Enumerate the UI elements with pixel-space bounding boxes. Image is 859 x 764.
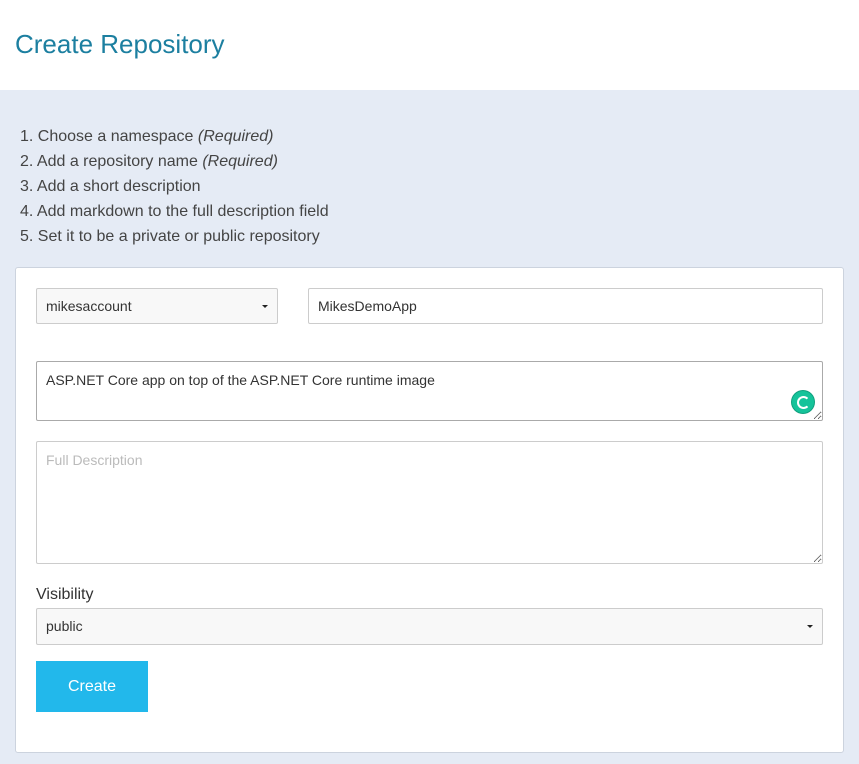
short-description-input[interactable]: ASP.NET Core app on top of the ASP.NET C… (36, 361, 823, 421)
create-repository-form: mikesaccount ASP.NET Core app on top of … (15, 267, 844, 753)
namespace-select[interactable]: mikesaccount (36, 288, 278, 324)
visibility-label: Visibility (36, 586, 94, 603)
page-header: Create Repository (0, 0, 859, 90)
instructions-list: 1. Choose a namespace (Required) 2. Add … (20, 124, 329, 249)
caret-down-icon (262, 305, 268, 308)
repository-name-input[interactable] (308, 288, 823, 324)
visibility-value: public (46, 618, 83, 634)
full-description-input[interactable] (36, 441, 823, 564)
instruction-step: 2. Add a repository name (Required) (20, 153, 278, 170)
page-title: Create Repository (15, 29, 225, 59)
instruction-step: 3. Add a short description (20, 178, 201, 195)
instruction-step: 5. Set it to be a private or public repo… (20, 228, 320, 245)
short-description-wrapper: ASP.NET Core app on top of the ASP.NET C… (36, 361, 823, 421)
visibility-select[interactable]: public (36, 608, 823, 645)
instruction-step: 4. Add markdown to the full description … (20, 203, 329, 220)
create-button[interactable]: Create (36, 661, 148, 712)
caret-down-icon (807, 625, 813, 628)
namespace-value: mikesaccount (46, 298, 132, 314)
grammar-check-icon[interactable] (792, 391, 814, 413)
instruction-step: 1. Choose a namespace (Required) (20, 128, 274, 145)
